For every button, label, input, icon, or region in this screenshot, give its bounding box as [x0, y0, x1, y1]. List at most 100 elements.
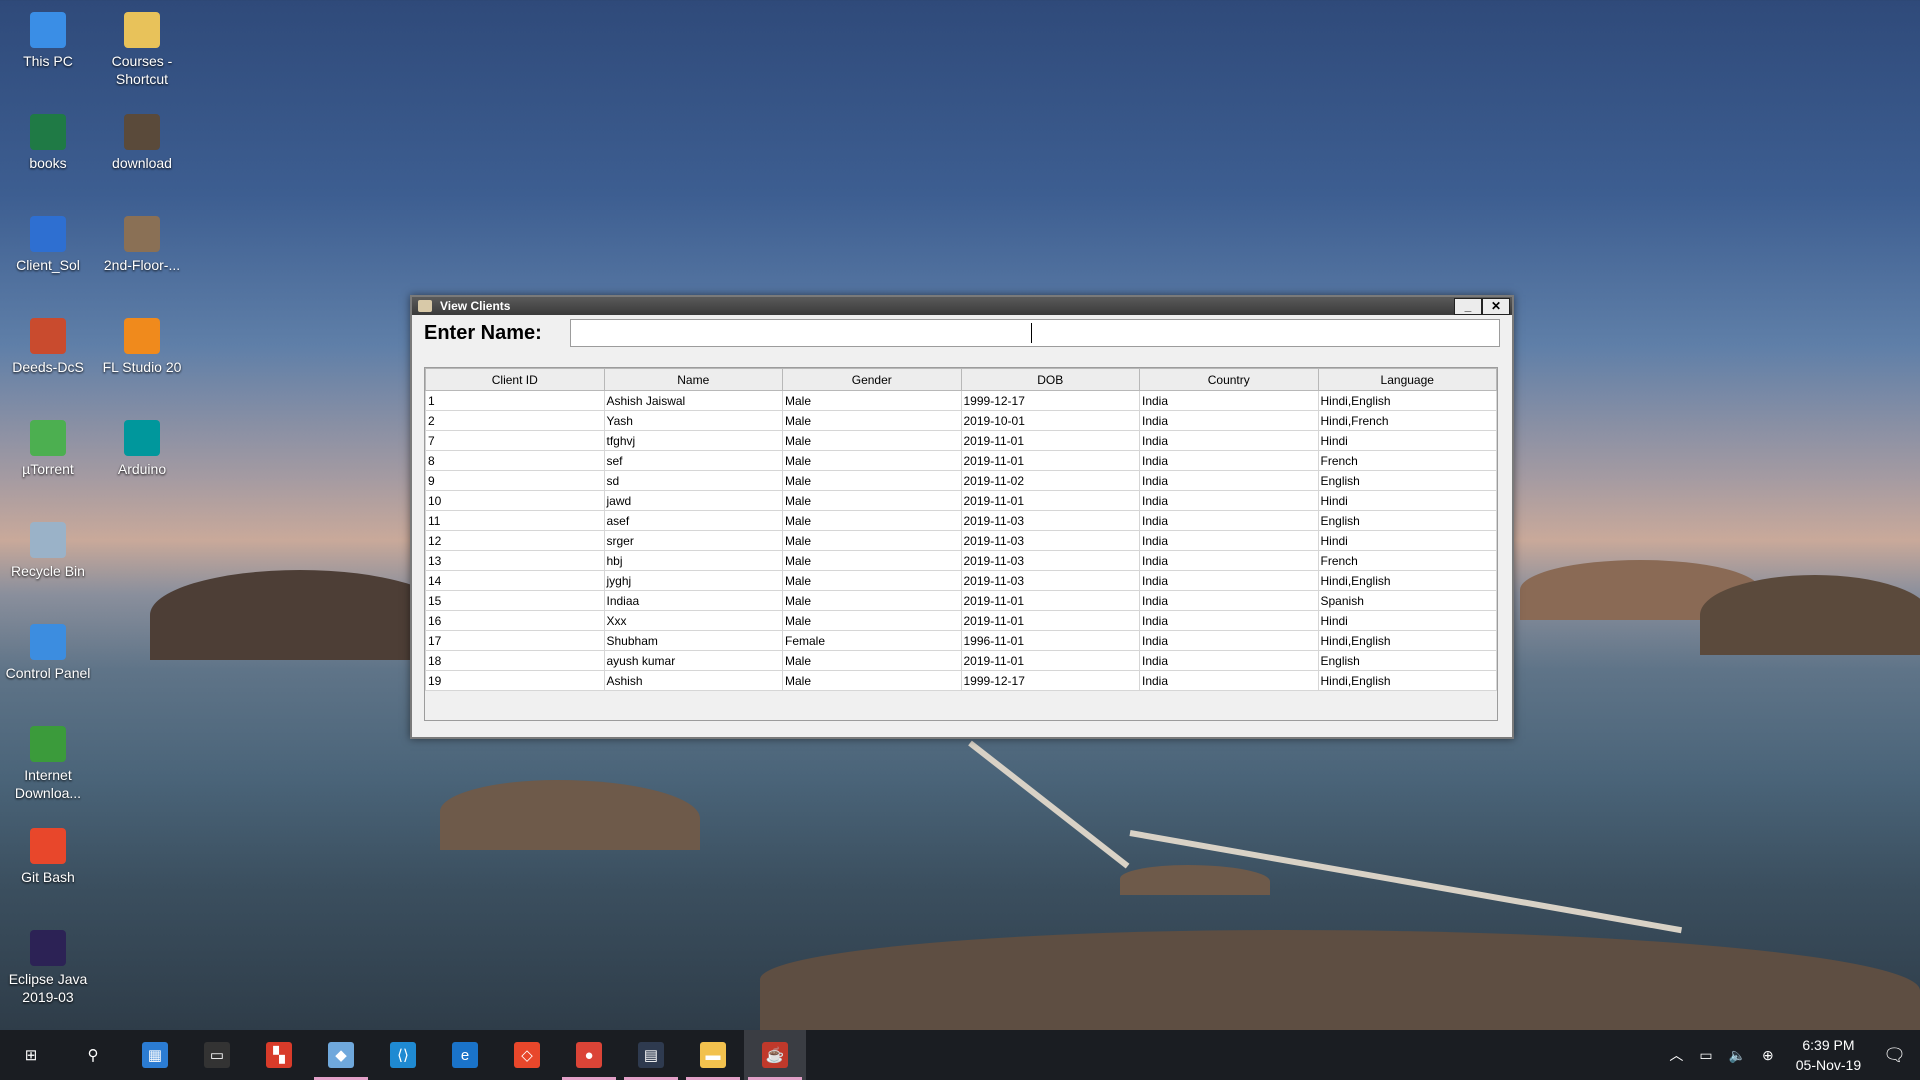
column-header[interactable]: Name [603, 368, 783, 391]
window-titlebar[interactable]: View Clients _ ✕ [412, 297, 1512, 315]
network-globe-icon[interactable]: ⊕ [1762, 1047, 1774, 1064]
table-cell[interactable]: 2019-11-03 [960, 570, 1140, 591]
table-cell[interactable]: 10 [425, 490, 605, 511]
table-cell[interactable]: French [1317, 450, 1497, 471]
table-row[interactable]: 17 Shubham Female 1996-11-01 India Hindi,Engl… [425, 630, 1497, 651]
table-row[interactable]: 16 Xxx Male 2019-11-01 India Hindi [425, 610, 1497, 631]
table-cell[interactable]: English [1317, 650, 1497, 671]
table-cell[interactable]: French [1317, 550, 1497, 571]
table-row[interactable]: 15 Indiaa Male 2019-11-01 India Spanish [425, 590, 1497, 611]
table-cell[interactable]: Male [782, 450, 962, 471]
desktop-icon[interactable]: Deeds-DcS [0, 312, 96, 376]
table-cell[interactable]: 16 [425, 610, 605, 631]
table-cell[interactable]: Xxx [603, 610, 783, 631]
desktop-icon[interactable]: Recycle Bin [0, 516, 96, 580]
table-cell[interactable]: 2019-11-01 [960, 610, 1140, 631]
table-row[interactable]: 14 jyghj Male 2019-11-03 India Hindi,English [425, 570, 1497, 591]
table-cell[interactable]: 2019-11-01 [960, 490, 1140, 511]
table-cell[interactable]: sef [603, 450, 783, 471]
taskbar-button[interactable]: ☕ [744, 1030, 806, 1080]
column-header[interactable]: Gender [782, 368, 962, 391]
table-cell[interactable]: Hindi,English [1317, 570, 1497, 591]
desktop-icon[interactable]: 2nd-Floor-... [94, 210, 190, 274]
table-cell[interactable]: India [1139, 550, 1319, 571]
table-cell[interactable]: India [1139, 510, 1319, 531]
desktop-icon[interactable]: µTorrent [0, 414, 96, 478]
name-search-input[interactable] [570, 319, 1500, 347]
taskbar-button[interactable]: ◆ [310, 1030, 372, 1080]
table-cell[interactable]: 2019-11-01 [960, 650, 1140, 671]
taskbar-button[interactable]: ⊞ [0, 1030, 62, 1080]
table-cell[interactable]: 17 [425, 630, 605, 651]
table-cell[interactable]: hbj [603, 550, 783, 571]
desktop-icon[interactable]: Control Panel [0, 618, 96, 682]
table-row[interactable]: 11 asef Male 2019-11-03 India English [425, 510, 1497, 531]
table-row[interactable]: 19 Ashish Male 1999-12-17 India Hindi,English [425, 670, 1497, 691]
table-cell[interactable]: Male [782, 410, 962, 431]
table-cell[interactable]: asef [603, 510, 783, 531]
desktop-icon[interactable]: download [94, 108, 190, 172]
volume-icon[interactable]: 🔈 [1729, 1047, 1746, 1064]
table-cell[interactable]: Male [782, 390, 962, 411]
table-cell[interactable]: Hindi,English [1317, 670, 1497, 691]
table-cell[interactable]: 14 [425, 570, 605, 591]
taskbar-button[interactable]: ▬ [682, 1030, 744, 1080]
table-cell[interactable]: Spanish [1317, 590, 1497, 611]
table-cell[interactable]: Male [782, 530, 962, 551]
table-cell[interactable]: India [1139, 570, 1319, 591]
table-cell[interactable]: 19 [425, 670, 605, 691]
taskbar-button[interactable]: ▭ [186, 1030, 248, 1080]
table-cell[interactable]: Ashish [603, 670, 783, 691]
table-cell[interactable]: India [1139, 390, 1319, 411]
table-cell[interactable]: jyghj [603, 570, 783, 591]
table-cell[interactable]: Male [782, 670, 962, 691]
table-cell[interactable]: 2019-11-02 [960, 470, 1140, 491]
table-cell[interactable]: Yash [603, 410, 783, 431]
table-cell[interactable]: 1999-12-17 [960, 390, 1140, 411]
table-row[interactable]: 12 srger Male 2019-11-03 India Hindi [425, 530, 1497, 551]
taskbar-button[interactable]: ▦ [124, 1030, 186, 1080]
table-cell[interactable]: India [1139, 410, 1319, 431]
table-cell[interactable]: Male [782, 510, 962, 531]
table-cell[interactable]: srger [603, 530, 783, 551]
table-cell[interactable]: English [1317, 470, 1497, 491]
table-cell[interactable]: India [1139, 650, 1319, 671]
notification-icon[interactable]: 🗨 [1883, 1045, 1906, 1066]
table-cell[interactable]: Male [782, 650, 962, 671]
taskbar-button[interactable]: ⚲ [62, 1030, 124, 1080]
desktop-icon[interactable]: Git Bash [0, 822, 96, 886]
table-cell[interactable]: Shubham [603, 630, 783, 651]
table-cell[interactable]: Male [782, 590, 962, 611]
table-cell[interactable]: India [1139, 530, 1319, 551]
table-cell[interactable]: India [1139, 630, 1319, 651]
column-header[interactable]: Country [1139, 368, 1319, 391]
table-cell[interactable]: India [1139, 430, 1319, 451]
minimize-button[interactable]: _ [1454, 298, 1482, 315]
desktop-icon[interactable]: FL Studio 20 [94, 312, 190, 376]
table-cell[interactable]: 2019-10-01 [960, 410, 1140, 431]
table-cell[interactable]: sd [603, 470, 783, 491]
taskbar-button[interactable]: ◇ [496, 1030, 558, 1080]
table-cell[interactable]: Male [782, 550, 962, 571]
table-cell[interactable]: Male [782, 570, 962, 591]
table-cell[interactable]: Male [782, 490, 962, 511]
table-cell[interactable]: Hindi,French [1317, 410, 1497, 431]
taskbar-button[interactable]: ⟨⟩ [372, 1030, 434, 1080]
table-cell[interactable]: 9 [425, 470, 605, 491]
table-row[interactable]: 13 hbj Male 2019-11-03 India French [425, 550, 1497, 571]
table-cell[interactable]: 11 [425, 510, 605, 531]
table-cell[interactable]: 13 [425, 550, 605, 571]
table-cell[interactable]: 2 [425, 410, 605, 431]
table-cell[interactable]: India [1139, 450, 1319, 471]
table-cell[interactable]: 2019-11-03 [960, 530, 1140, 551]
table-cell[interactable]: Male [782, 470, 962, 491]
chevron-up-icon[interactable]: ︿ [1669, 1045, 1683, 1065]
clients-table-container[interactable]: Client ID Name Gender DOB Country Language 1A… [424, 367, 1498, 721]
battery-icon[interactable]: ▭ [1699, 1047, 1712, 1064]
table-row[interactable]: 2 Yash Male 2019-10-01 India Hindi,French [425, 410, 1497, 431]
table-cell[interactable]: 1 [425, 390, 605, 411]
table-row[interactable]: 9 sd Male 2019-11-02 India English [425, 470, 1497, 491]
table-cell[interactable]: Ashish Jaiswal [603, 390, 783, 411]
desktop-icon[interactable]: Eclipse Java 2019-03 [0, 924, 96, 1006]
clock[interactable]: 6:39 PM 05-Nov-19 [1796, 1035, 1861, 1075]
